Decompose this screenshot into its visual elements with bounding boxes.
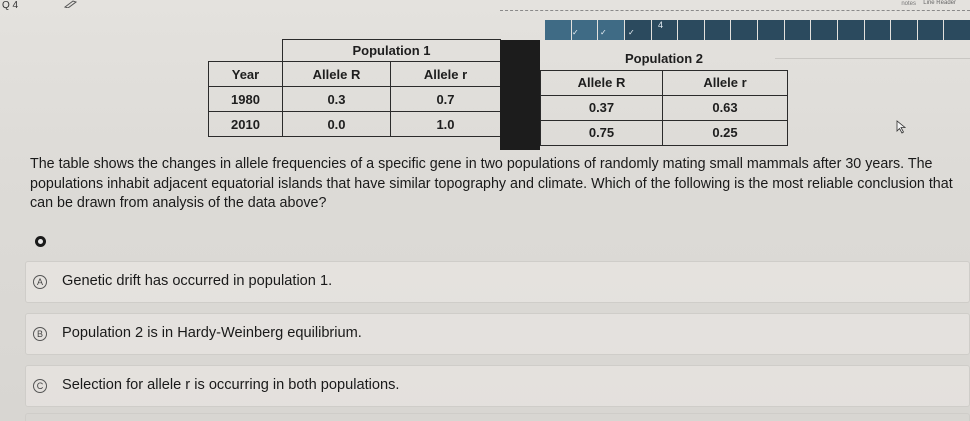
column-header-allele-r: Allele r xyxy=(662,69,788,96)
annotate-icon[interactable] xyxy=(64,0,78,8)
answer-option-b[interactable]: B Population 2 is in Hardy-Weinberg equi… xyxy=(25,313,970,355)
table-row: 1980 0.3 0.7 xyxy=(208,86,501,112)
check-icon: ✓ xyxy=(600,28,607,37)
option-letter-a: A xyxy=(33,275,47,289)
question-label: Q 4 xyxy=(2,0,19,11)
progress-segment[interactable] xyxy=(678,20,704,40)
progress-segment[interactable] xyxy=(891,20,917,40)
check-icon: ✓ xyxy=(628,28,635,37)
progress-segment[interactable] xyxy=(811,20,837,40)
header-divider xyxy=(500,10,970,11)
option-letter-c: C xyxy=(33,379,47,393)
progress-segment[interactable] xyxy=(545,20,571,40)
progress-segment[interactable] xyxy=(784,20,811,40)
progress-current-number: 4 xyxy=(658,20,664,30)
option-letter-b: B xyxy=(33,327,47,341)
progress-segment[interactable] xyxy=(731,20,757,40)
population-1-table: Population 1 Year Allele R Allele r 1980… xyxy=(208,39,501,137)
table-cell: 0.63 xyxy=(662,94,788,121)
table-separator xyxy=(500,40,540,150)
answer-option-c[interactable]: C Selection for allele r is occurring in… xyxy=(25,365,970,407)
mouse-pointer-icon xyxy=(896,120,906,134)
progress-segment[interactable] xyxy=(864,20,891,40)
table-cell: 0.7 xyxy=(390,86,501,112)
table-cell: 0.3 xyxy=(282,86,391,112)
progress-segment[interactable] xyxy=(837,20,864,40)
table-cell: 2010 xyxy=(208,111,283,137)
column-header-allele-R: Allele R xyxy=(282,61,391,87)
table-cell: 0.37 xyxy=(540,94,663,121)
question-stem: The table shows the changes in allele fr… xyxy=(30,156,953,211)
progress-segment[interactable] xyxy=(651,20,678,40)
progress-segment[interactable] xyxy=(758,20,784,40)
population-1-title: Population 1 xyxy=(282,39,501,62)
table-cell: 1980 xyxy=(208,86,283,112)
progress-segment[interactable] xyxy=(917,20,944,40)
table-cell: 0.75 xyxy=(540,119,663,146)
table-cell: 1.0 xyxy=(390,111,501,137)
table-cell: 0.25 xyxy=(662,119,788,146)
notes-button[interactable]: notes xyxy=(901,1,916,7)
table-row: 0.75 0.25 xyxy=(540,119,788,146)
progress-segment[interactable] xyxy=(704,20,731,40)
option-text-a: Genetic drift has occurred in population… xyxy=(62,273,333,289)
population-2-table: Population 2 Allele R Allele r 0.37 0.63… xyxy=(540,48,788,146)
question-progress-bar[interactable] xyxy=(545,20,970,40)
top-bar: Q 4 notes Line Reader xyxy=(0,0,970,14)
option-text-c: Selection for allele r is occurring in b… xyxy=(62,377,400,393)
population-2-title: Population 2 xyxy=(540,48,788,71)
table-row: 2010 0.0 1.0 xyxy=(208,111,501,137)
column-header-allele-r: Allele r xyxy=(390,61,501,87)
progress-segment[interactable] xyxy=(944,20,970,40)
answer-option-a[interactable]: A Genetic drift has occurred in populati… xyxy=(25,261,970,303)
table-row: 0.37 0.63 xyxy=(540,94,788,121)
divider xyxy=(775,58,970,59)
column-header-year: Year xyxy=(208,61,283,87)
line-reader-button[interactable]: Line Reader xyxy=(923,0,956,6)
table-cell: 0.0 xyxy=(282,111,391,137)
mark-for-review-icon[interactable] xyxy=(35,236,46,247)
column-header-allele-R: Allele R xyxy=(540,69,663,96)
check-icon: ✓ xyxy=(572,28,579,37)
answer-option-d[interactable] xyxy=(25,413,970,421)
option-text-b: Population 2 is in Hardy-Weinberg equili… xyxy=(62,325,362,341)
